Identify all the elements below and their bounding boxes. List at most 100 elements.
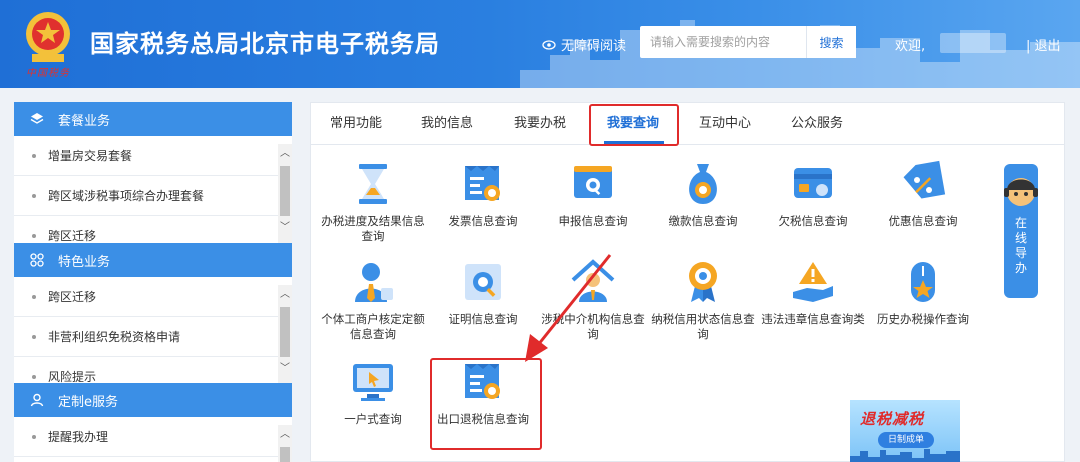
tab-my-info[interactable]: 我的信息 (421, 103, 473, 145)
chevron-up-icon[interactable]: ︿ (280, 425, 290, 440)
tile-declaration-query[interactable]: 申报信息查询 (538, 160, 648, 229)
accessibility-label: 无障碍阅读 (561, 39, 627, 54)
tile-label: 一户式查询 (344, 412, 402, 426)
online-guide-char: 导 (1014, 246, 1027, 260)
medal-icon (689, 262, 717, 302)
online-guide-label: 在线导办 (1004, 216, 1038, 276)
scrollbar-thumb[interactable] (280, 166, 290, 216)
computer-cursor-icon (353, 364, 393, 401)
tile-label: 发票信息查询 (448, 214, 518, 228)
money-bag-icon (689, 164, 717, 204)
accessibility-link[interactable]: 无障碍阅读 (542, 35, 626, 54)
tile-label: 缴款信息查询 (668, 214, 738, 228)
chevron-up-icon[interactable]: ︿ (280, 144, 290, 159)
section-header-package[interactable]: 套餐业务 (14, 102, 292, 136)
tile-credit-query[interactable]: 纳税信用状态信息查询 (648, 258, 758, 342)
tax-emblem-icon (26, 12, 70, 62)
site-header: 中国税务 国家税务总局北京市电子税务局 无障碍阅读 搜索 欢迎, | 退出 (0, 0, 1080, 88)
invoice-search-icon (465, 166, 500, 201)
list-item[interactable]: 非营利组织免税资格申请 (14, 317, 292, 357)
site-title: 国家税务总局北京市电子税务局 (90, 30, 440, 58)
scrollbar[interactable]: ︿ ﹀ (278, 285, 292, 385)
chevron-up-icon[interactable]: ︿ (280, 285, 290, 300)
tile-history-query[interactable]: 历史办税操作查询 (868, 258, 978, 327)
section-header-special[interactable]: 特色业务 (14, 243, 292, 277)
promo-title: 退税减税 (860, 410, 925, 428)
search-box: 搜索 (640, 26, 856, 58)
list-item-label: 跨区域涉税事项综合办理套餐 (48, 189, 205, 203)
list-item[interactable]: 跨区迁移 (14, 216, 292, 244)
tab-common[interactable]: 常用功能 (330, 103, 382, 145)
monitor-search-icon (574, 166, 612, 198)
scrollbar-thumb[interactable] (280, 307, 290, 357)
username-mask (940, 33, 1006, 53)
tile-preferential-query[interactable]: 优惠信息查询 (868, 160, 978, 229)
grid-icon (30, 253, 44, 267)
card-icon (794, 168, 832, 198)
tile-progress-query[interactable]: 办税进度及结果信息查询 (318, 160, 428, 244)
list-item[interactable]: 增量房交易套餐 (14, 136, 292, 176)
tile-label: 历史办税操作查询 (877, 312, 969, 326)
chevron-down-icon[interactable]: ﹀ (280, 359, 290, 374)
scrollbar-thumb[interactable] (280, 447, 290, 462)
section-title: 定制e服务 (58, 394, 118, 410)
tile-label: 优惠信息查询 (888, 214, 958, 228)
tile-label: 个体工商户核定定额信息查询 (321, 312, 425, 341)
left-sidebar: 套餐业务 增量房交易套餐 跨区域涉税事项综合办理套餐 跨区迁移 ︿ ﹀ 特色业务… (14, 102, 292, 462)
welcome-text: 欢迎, (895, 39, 926, 54)
layers-icon (30, 113, 44, 124)
robot-assistant-icon (1004, 178, 1038, 206)
online-guide-char: 在 (1014, 216, 1027, 230)
tile-label: 纳税信用状态信息查询 (651, 312, 755, 341)
search-input[interactable] (640, 26, 806, 58)
promo-banner[interactable]: 退税减税 日制成单 (850, 400, 960, 462)
online-guide-char: 办 (1014, 261, 1027, 275)
list-item-label: 非营利组织免税资格申请 (48, 330, 181, 344)
tile-violation-query[interactable]: 违法违章信息查询类 (758, 258, 868, 327)
list-item-label: 提醒我办理 (48, 430, 109, 444)
emblem-signature: 中国税务 (26, 68, 70, 79)
list-item[interactable]: 风险提示 (14, 357, 292, 385)
section-list-special: 跨区迁移 非营利组织免税资格申请 风险提示 ︿ ﹀ (14, 277, 292, 385)
scrollbar[interactable]: ︿ (278, 425, 292, 462)
section-title: 特色业务 (58, 254, 111, 270)
tab-public-service[interactable]: 公众服务 (791, 103, 843, 145)
export-refund-highlight-box (430, 358, 542, 450)
online-guide-button[interactable]: 在线导办 (1004, 164, 1038, 298)
list-item[interactable]: 提醒我办理 (14, 417, 292, 457)
tab-interaction[interactable]: 互动中心 (699, 103, 751, 145)
hourglass-icon (359, 164, 387, 204)
section-list-custom: 提醒我办理 ︿ (14, 417, 292, 462)
online-guide-char: 线 (1014, 231, 1027, 245)
tab-tax-handling[interactable]: 我要办税 (514, 103, 566, 145)
person-icon (355, 263, 393, 302)
list-item-label: 跨区迁移 (48, 290, 97, 304)
scrollbar[interactable]: ︿ ﹀ (278, 144, 292, 244)
user-icon (30, 393, 44, 407)
section-title: 套餐业务 (58, 113, 111, 129)
tab-bar: 常用功能 我的信息 我要办税 我要查询 互动中心 公众服务 (311, 103, 1064, 146)
logout-link[interactable]: | 退出 (1026, 35, 1061, 54)
list-item-label: 跨区迁移 (48, 229, 97, 243)
tile-label: 申报信息查询 (558, 214, 628, 228)
list-item[interactable]: 跨区域涉税事项综合办理套餐 (14, 176, 292, 216)
tile-label: 欠税信息查询 (778, 214, 848, 228)
discount-tag-icon (903, 160, 946, 199)
chevron-down-icon[interactable]: ﹀ (280, 218, 290, 233)
annotation-arrow (525, 254, 612, 362)
tile-label: 违法违章信息查询类 (761, 312, 865, 326)
promo-subtitle: 日制成单 (878, 432, 934, 448)
tile-payment-query[interactable]: 缴款信息查询 (648, 160, 758, 229)
tab-highlight-box (589, 104, 679, 146)
tile-one-stop-query[interactable]: 一户式查询 (318, 358, 428, 427)
tile-individual-quota-query[interactable]: 个体工商户核定定额信息查询 (318, 258, 428, 342)
search-button[interactable]: 搜索 (806, 26, 856, 58)
section-header-custom[interactable]: 定制e服务 (14, 383, 292, 417)
section-list-package: 增量房交易套餐 跨区域涉税事项综合办理套餐 跨区迁移 ︿ ﹀ (14, 136, 292, 244)
tile-label: 办税进度及结果信息查询 (321, 214, 425, 243)
warning-hand-icon (793, 262, 833, 302)
list-item[interactable]: 跨区迁移 (14, 277, 292, 317)
tile-invoice-query[interactable]: 发票信息查询 (428, 160, 538, 229)
tile-arrears-query[interactable]: 欠税信息查询 (758, 160, 868, 229)
mouse-star-icon (911, 262, 935, 302)
